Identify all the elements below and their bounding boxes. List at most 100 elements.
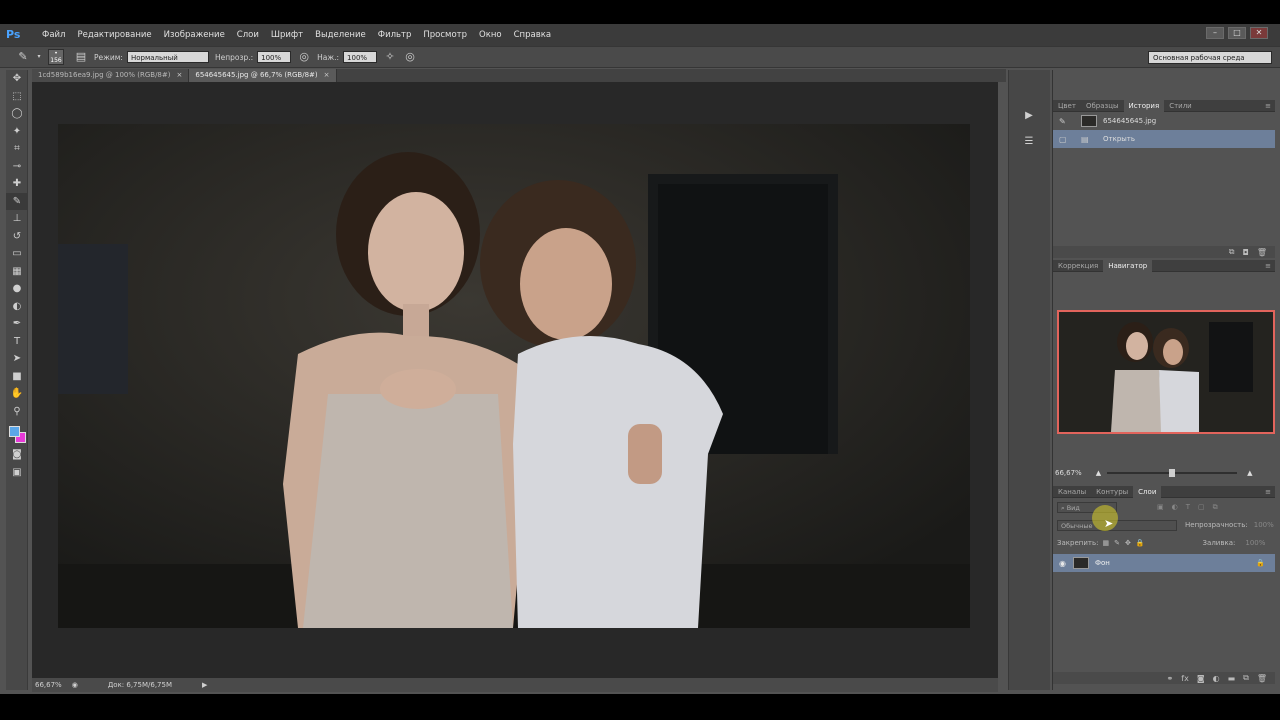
menu-select[interactable]: Выделение <box>309 24 372 46</box>
clone-stamp-tool-icon[interactable]: ⊥ <box>6 210 28 228</box>
trash-icon[interactable]: 🗑 <box>1257 674 1267 683</box>
tab-adjustments[interactable]: Коррекция <box>1053 260 1103 272</box>
status-info-icon[interactable]: ◉ <box>72 681 78 689</box>
menu-filter[interactable]: Фильтр <box>372 24 418 46</box>
pen-tool-icon[interactable]: ✒ <box>6 315 28 333</box>
opacity-field[interactable]: 100% <box>257 51 292 63</box>
pressure-field[interactable]: 100% <box>343 51 378 63</box>
filter-shape-icon[interactable]: ▢ <box>1198 503 1205 511</box>
zoom-readout[interactable]: 66,67% <box>35 681 62 689</box>
link-icon[interactable]: ⚭ <box>1167 674 1174 683</box>
workspace-select[interactable]: Основная рабочая среда <box>1148 51 1272 64</box>
new-layer-icon[interactable]: ⧉ <box>1243 673 1249 683</box>
brush-panel-icon[interactable]: ▤ <box>74 50 88 64</box>
zoom-in-icon[interactable]: ▲ <box>1247 469 1252 477</box>
dodge-tool-icon[interactable]: ◐ <box>6 298 28 316</box>
shape-tool-icon[interactable]: ■ <box>6 368 28 386</box>
tab-layers[interactable]: Слои <box>1133 485 1162 498</box>
zoom-slider[interactable] <box>1107 469 1238 477</box>
history-brush-tool-icon[interactable]: ↺ <box>6 228 28 246</box>
menu-window[interactable]: Окно <box>473 24 508 46</box>
gradient-tool-icon[interactable]: ▦ <box>6 263 28 281</box>
adjustment-icon[interactable]: ◐ <box>1213 674 1220 683</box>
magic-wand-tool-icon[interactable]: ✦ <box>6 123 28 141</box>
brush-tool-icon[interactable]: ✎ <box>16 50 30 64</box>
menu-edit[interactable]: Редактирование <box>71 24 157 46</box>
zoom-slider-handle[interactable] <box>1169 469 1176 477</box>
navigator-preview[interactable] <box>1057 310 1275 434</box>
history-item[interactable]: ▢ ▤ Открыть <box>1053 130 1275 148</box>
panel-menu-icon[interactable]: ≡ <box>1265 262 1271 270</box>
play-actions-icon[interactable]: ▶ <box>1017 106 1041 126</box>
layer-opacity-value[interactable]: 100% <box>1254 521 1274 529</box>
brush-source-icon[interactable]: ✎ <box>1059 117 1069 126</box>
type-tool-icon[interactable]: T <box>6 333 28 351</box>
zoom-tool-icon[interactable]: ⚲ <box>6 403 28 421</box>
lock-pixels-icon[interactable]: ✎ <box>1114 539 1120 547</box>
color-swatches[interactable] <box>6 424 28 446</box>
foreground-color-swatch[interactable] <box>9 426 20 437</box>
new-document-icon[interactable]: ⧉ <box>1229 247 1235 257</box>
mask-icon[interactable]: ◙ <box>1197 674 1205 683</box>
menu-type[interactable]: Шрифт <box>265 24 309 46</box>
blur-tool-icon[interactable]: ● <box>6 280 28 298</box>
lasso-tool-icon[interactable]: ◯ <box>6 105 28 123</box>
group-icon[interactable]: ▬ <box>1228 674 1236 683</box>
tab-styles[interactable]: Стили <box>1164 100 1197 112</box>
eye-icon[interactable]: ◉ <box>1059 559 1073 568</box>
close-icon[interactable]: × <box>324 71 330 79</box>
lock-transparent-icon[interactable]: ▦ <box>1102 539 1109 547</box>
filter-pixel-icon[interactable]: ▣ <box>1157 503 1164 511</box>
close-button[interactable]: ✕ <box>1250 27 1268 39</box>
tab-history[interactable]: История <box>1123 99 1165 112</box>
path-selection-tool-icon[interactable]: ➤ <box>6 350 28 368</box>
canvas-area[interactable] <box>32 82 998 678</box>
trash-icon[interactable]: 🗑 <box>1257 248 1267 257</box>
filter-type-icon[interactable]: T <box>1186 503 1190 511</box>
zoom-out-icon[interactable]: ▲ <box>1096 469 1101 477</box>
menu-image[interactable]: Изображение <box>158 24 231 46</box>
chevron-down-icon[interactable]: ▾ <box>36 50 42 64</box>
history-snapshot[interactable]: ✎ 654645645.jpg <box>1053 112 1275 130</box>
fx-icon[interactable]: fx <box>1181 674 1189 683</box>
filter-smart-icon[interactable]: ⧉ <box>1213 503 1218 512</box>
marquee-tool-icon[interactable]: ⬚ <box>6 88 28 106</box>
properties-icon[interactable]: ☰ <box>1017 132 1041 152</box>
move-tool-icon[interactable]: ✥ <box>6 70 28 88</box>
screen-mode-icon[interactable]: ▣ <box>6 464 28 482</box>
layer-fill-value[interactable]: 100% <box>1245 539 1265 547</box>
tab-color[interactable]: Цвет <box>1053 100 1081 112</box>
eraser-tool-icon[interactable]: ▭ <box>6 245 28 263</box>
close-icon[interactable]: × <box>176 71 182 79</box>
panel-menu-icon[interactable]: ≡ <box>1265 102 1271 110</box>
menu-file[interactable]: Файл <box>36 24 71 46</box>
crop-tool-icon[interactable]: ⌗ <box>6 140 28 158</box>
status-arrow-icon[interactable]: ▶ <box>202 681 207 689</box>
document-image[interactable] <box>58 124 970 628</box>
tab-paths[interactable]: Контуры <box>1091 486 1133 498</box>
minimize-button[interactable]: – <box>1206 27 1224 39</box>
navigator-zoom-value[interactable]: 66,67% <box>1055 469 1082 477</box>
menu-layers[interactable]: Слои <box>231 24 265 46</box>
tab-channels[interactable]: Каналы <box>1053 486 1091 498</box>
healing-brush-tool-icon[interactable]: ✚ <box>6 175 28 193</box>
pressure-size-icon[interactable]: ◎ <box>403 50 417 64</box>
pressure-opacity-icon[interactable]: ◎ <box>297 50 311 64</box>
checkbox-icon[interactable]: ▢ <box>1059 135 1069 144</box>
doc-tab-1[interactable]: 1cd589b16ea9.jpg @ 100% (RGB/8#) × <box>32 69 190 82</box>
menu-help[interactable]: Справка <box>508 24 557 46</box>
lock-all-icon[interactable]: 🔒 <box>1136 539 1145 547</box>
tab-swatches[interactable]: Образцы <box>1081 100 1124 112</box>
brush-size-picker[interactable]: • 156 <box>48 49 64 65</box>
panel-menu-icon[interactable]: ≡ <box>1265 488 1271 496</box>
quick-mask-icon[interactable]: ◙ <box>6 446 28 464</box>
filter-adjust-icon[interactable]: ◐ <box>1172 503 1178 511</box>
airbrush-icon[interactable]: ✧ <box>383 50 397 64</box>
mode-select[interactable]: Нормальный <box>126 51 209 63</box>
camera-icon[interactable]: ◘ <box>1243 248 1249 257</box>
maximize-button[interactable]: □ <box>1228 27 1246 39</box>
eyedropper-tool-icon[interactable]: ⊸ <box>6 158 28 176</box>
hand-tool-icon[interactable]: ✋ <box>6 385 28 403</box>
brush-tool-icon[interactable]: ✎ <box>6 192 28 210</box>
lock-position-icon[interactable]: ✥ <box>1125 539 1131 547</box>
